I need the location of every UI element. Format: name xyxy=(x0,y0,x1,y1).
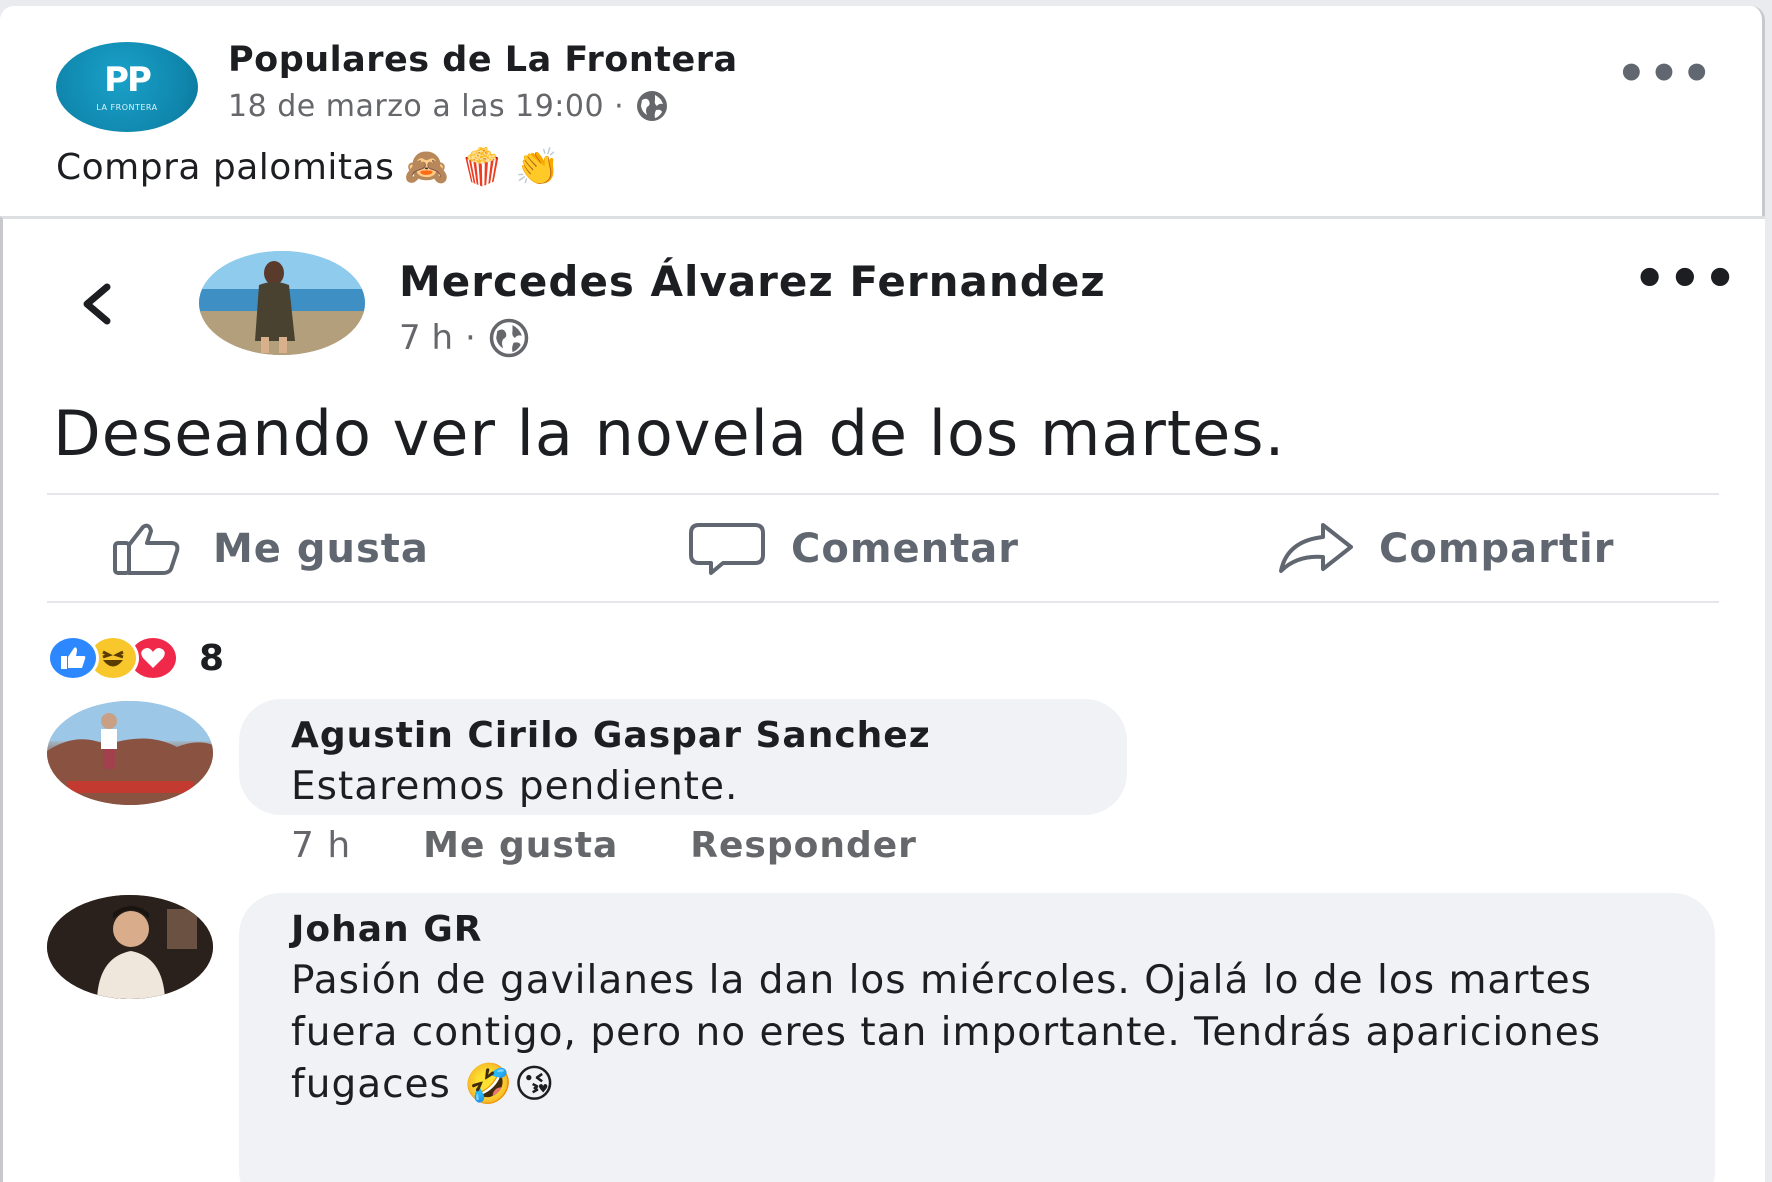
commenter-avatar[interactable] xyxy=(47,701,213,805)
caption-text: Compra palomitas xyxy=(56,146,395,188)
comment-time[interactable]: 7 h xyxy=(291,825,351,866)
commenter-photo xyxy=(47,895,213,999)
globe-icon[interactable] xyxy=(634,88,670,124)
post-caption: Compra palomitas 🙈 🍿 👏 xyxy=(56,146,561,189)
page-avatar[interactable]: PP LA FRONTERA xyxy=(56,42,198,132)
more-options-icon[interactable]: ••• xyxy=(1616,50,1714,98)
see-no-evil-monkey-icon: 🙈 xyxy=(404,147,450,188)
popcorn-icon: 🍿 xyxy=(459,147,505,188)
author-avatar[interactable] xyxy=(199,251,365,355)
comment-like-button[interactable]: Me gusta xyxy=(423,825,618,866)
like-label: Me gusta xyxy=(213,526,429,572)
author-photo xyxy=(199,251,365,355)
commenter-photo xyxy=(47,701,213,805)
post-meta: 18 de marzo a las 19:00 · xyxy=(228,88,670,124)
like-button[interactable]: Me gusta xyxy=(111,517,429,581)
reactions-summary[interactable]: 8 xyxy=(47,633,224,683)
comment-text: Estaremos pendiente. xyxy=(291,764,739,809)
commenter-avatar[interactable] xyxy=(47,895,213,999)
share-button[interactable]: Compartir xyxy=(1277,517,1614,581)
more-options-icon[interactable]: ••• xyxy=(1633,253,1739,305)
thumbs-up-icon xyxy=(113,523,180,575)
pp-logo: PP xyxy=(104,59,152,100)
post-timestamp[interactable]: 18 de marzo a las 19:00 xyxy=(228,89,604,124)
comment-actions: 7 h Me gusta Responder xyxy=(291,825,917,866)
commenter-name-link[interactable]: Agustin Cirilo Gaspar Sanchez xyxy=(291,715,931,756)
like-reaction-icon xyxy=(47,635,99,681)
globe-icon[interactable] xyxy=(488,317,530,359)
comment-label: Comentar xyxy=(791,526,1019,572)
divider xyxy=(47,493,1719,495)
comment-reply-button[interactable]: Responder xyxy=(690,825,917,866)
screenshot-root: PP LA FRONTERA Populares de La Frontera … xyxy=(0,0,1772,1182)
meta-separator: · xyxy=(614,88,625,124)
share-label: Compartir xyxy=(1379,526,1615,572)
outer-post-header: PP LA FRONTERA Populares de La Frontera … xyxy=(56,36,1736,136)
reaction-count: 8 xyxy=(199,637,225,679)
clapping-hands-icon: 👏 xyxy=(514,147,561,188)
meta-separator: · xyxy=(465,318,476,358)
post-time[interactable]: 7 h xyxy=(399,318,453,358)
pp-logo-subtitle: LA FRONTERA xyxy=(96,102,158,112)
comment-button[interactable]: Comentar xyxy=(689,517,1019,581)
share-arrow-icon xyxy=(1279,523,1353,573)
comment-text: Pasión de gavilanes la dan los miércoles… xyxy=(291,958,1602,1107)
back-arrow-icon[interactable] xyxy=(73,279,123,329)
page-name-link[interactable]: Populares de La Frontera xyxy=(228,40,738,80)
commenter-name-link[interactable]: Johan GR xyxy=(291,909,482,950)
outer-post-card: PP LA FRONTERA Populares de La Frontera … xyxy=(0,6,1765,1182)
author-name-link[interactable]: Mercedes Álvarez Fernandez xyxy=(399,257,1106,306)
comment-bubble: Agustin Cirilo Gaspar Sanchez Estaremos … xyxy=(239,699,1127,815)
author-post-meta: 7 h · xyxy=(399,317,530,359)
comment-bubble: Johan GR Pasión de gavilanes la dan los … xyxy=(239,893,1715,1182)
post-action-bar: Me gusta Comentar Compartir xyxy=(47,501,1719,599)
comment-icon xyxy=(689,523,765,575)
divider xyxy=(47,601,1719,603)
embedded-screenshot: Mercedes Álvarez Fernandez 7 h · ••• Des… xyxy=(0,216,1765,1182)
status-text: Deseando ver la novela de los martes. xyxy=(53,397,1286,470)
